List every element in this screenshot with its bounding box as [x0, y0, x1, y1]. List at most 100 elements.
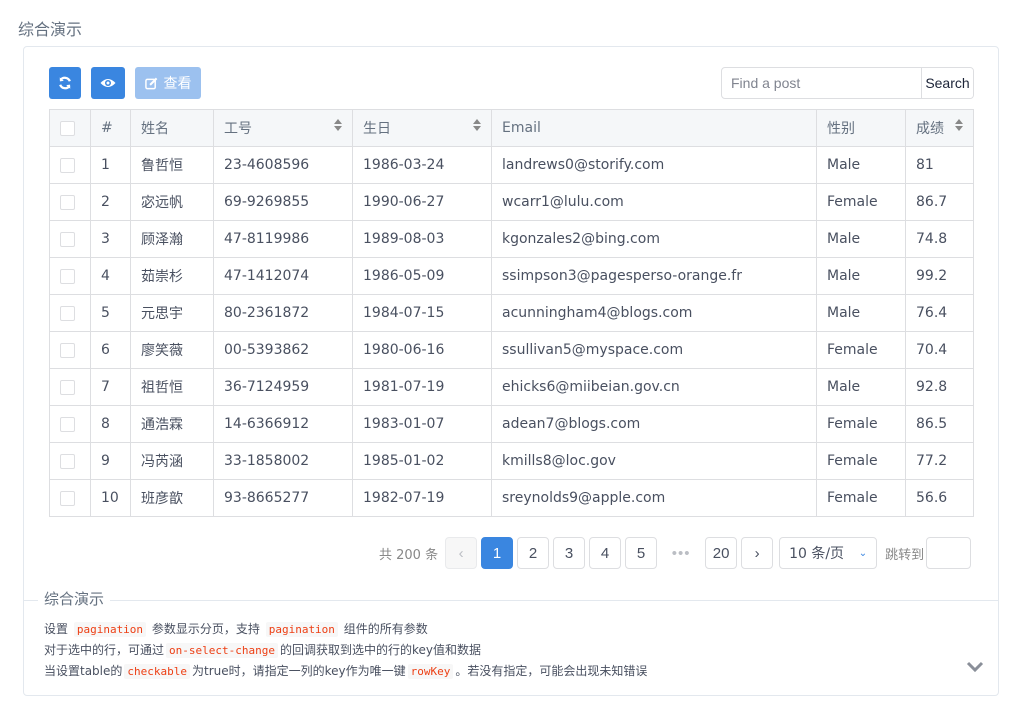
inline-code: pagination	[73, 622, 147, 637]
preview-button[interactable]	[91, 67, 125, 99]
row-checkbox[interactable]	[60, 268, 75, 284]
page-size-value: 10 条/页	[789, 546, 845, 562]
text-segment: 为true时，请指定一列的key作为唯一键	[192, 664, 406, 678]
cell-email: sreynolds9@apple.com	[491, 479, 817, 517]
cell-name: 廖笑薇	[130, 331, 214, 369]
row-checkbox[interactable]	[60, 416, 75, 432]
cell-email: ssullivan5@myspace.com	[491, 331, 817, 369]
description-line: 当设置table的 checkable 为true时，请指定一列的key作为唯一键 r…	[44, 661, 647, 682]
row-checkbox[interactable]	[60, 194, 75, 210]
row-select-cell[interactable]	[49, 294, 91, 332]
header-gender: 性别	[816, 109, 906, 147]
page-ellipsis[interactable]: •••	[661, 537, 702, 569]
page-1[interactable]: 1	[481, 537, 514, 569]
header-birthday[interactable]: 生日	[352, 109, 492, 147]
table-row[interactable]: 7 祖哲恒 36-7124959 1981-07-19 ehicks6@miibeian…	[49, 368, 974, 406]
sort-icon[interactable]	[473, 119, 481, 131]
cell-score: 74.8	[905, 220, 974, 258]
cell-email: adean7@blogs.com	[491, 405, 817, 443]
cell-email: kgonzales2@bing.com	[491, 220, 817, 258]
search-input[interactable]	[722, 68, 921, 98]
row-select-cell[interactable]	[49, 183, 91, 221]
cell-id: 93-8665277	[213, 479, 353, 517]
description-title: 综合演示	[38, 588, 111, 609]
table-row[interactable]: 3 顾泽瀚 47-8119986 1989-08-03 kgonzales2@bing.…	[49, 220, 974, 258]
page-3[interactable]: 3	[553, 537, 586, 569]
row-select-cell[interactable]	[49, 405, 91, 443]
cell-birthday: 1989-08-03	[352, 220, 492, 258]
description-line: 对于选中的行，可通过 on-select-change 的回调获取到选中的行的key…	[44, 640, 647, 661]
cell-id: 33-1858002	[213, 442, 353, 480]
cell-birthday: 1984-07-15	[352, 294, 492, 332]
row-checkbox[interactable]	[60, 157, 75, 173]
next-page-button[interactable]: ›	[741, 537, 774, 569]
table-row[interactable]: 4 茹崇杉 47-1412074 1986-05-09 ssimpson3@pagesp…	[49, 257, 974, 295]
row-select-cell[interactable]	[49, 220, 91, 258]
cell-score: 92.8	[905, 368, 974, 406]
row-checkbox[interactable]	[60, 231, 75, 247]
view-button[interactable]: 查看	[135, 67, 201, 99]
page-5[interactable]: 5	[625, 537, 658, 569]
table-row[interactable]: 1 鲁哲恒 23-4608596 1986-03-24 landrews0@storif…	[49, 146, 974, 184]
row-checkbox[interactable]	[60, 379, 75, 395]
sort-icon[interactable]	[334, 119, 342, 131]
row-select-cell[interactable]	[49, 331, 91, 369]
expand-code-button[interactable]	[966, 661, 984, 677]
cell-gender: Female	[816, 479, 906, 517]
table-header-row: # 姓名 工号 生日 Email 性别 成绩	[49, 109, 974, 147]
table-row[interactable]: 5 元思宇 80-2361872 1984-07-15 acunningham4@blo…	[49, 294, 974, 332]
cell-score: 77.2	[905, 442, 974, 480]
table-row[interactable]: 6 廖笑薇 00-5393862 1980-06-16 ssullivan5@myspa…	[49, 331, 974, 369]
cell-index: 3	[90, 220, 131, 258]
search-button[interactable]: Search	[921, 68, 973, 98]
select-all-checkbox[interactable]	[60, 120, 75, 136]
cell-name: 茹崇杉	[130, 257, 214, 295]
page-2[interactable]: 2	[517, 537, 550, 569]
header-id[interactable]: 工号	[213, 109, 353, 147]
description-text: 设置 pagination 参数显示分页，支持 pagination 组件的所有…	[44, 619, 647, 682]
row-checkbox[interactable]	[60, 342, 75, 358]
table-row[interactable]: 2 宓远帆 69-9269855 1990-06-27 wcarr1@lulu.com F…	[49, 183, 974, 221]
text-segment: 。若没有指定，可能会出现未知错误	[455, 664, 648, 678]
page-4[interactable]: 4	[589, 537, 622, 569]
row-select-cell[interactable]	[49, 479, 91, 517]
header-select-all[interactable]	[49, 109, 91, 147]
table-row[interactable]: 8 通浩霖 14-6366912 1983-01-07 adean7@blogs.com…	[49, 405, 974, 443]
cell-birthday: 1982-07-19	[352, 479, 492, 517]
cell-email: ehicks6@miibeian.gov.cn	[491, 368, 817, 406]
description-line: 设置 pagination 参数显示分页，支持 pagination 组件的所有…	[44, 619, 647, 640]
table-row[interactable]: 9 冯芮涵 33-1858002 1985-01-02 kmills8@loc.gov F…	[49, 442, 974, 480]
cell-index: 1	[90, 146, 131, 184]
cell-id: 00-5393862	[213, 331, 353, 369]
table-row[interactable]: 10 班彦歆 93-8665277 1982-07-19 sreynolds9@appl…	[49, 479, 974, 517]
row-select-cell[interactable]	[49, 257, 91, 295]
row-select-cell[interactable]	[49, 368, 91, 406]
page-last[interactable]: 20	[705, 537, 738, 569]
row-checkbox[interactable]	[60, 490, 75, 506]
refresh-icon	[59, 76, 71, 90]
cell-email: kmills8@loc.gov	[491, 442, 817, 480]
cell-score: 56.6	[905, 479, 974, 517]
prev-page-button[interactable]: ‹	[445, 537, 478, 569]
sort-icon[interactable]	[955, 119, 963, 131]
row-checkbox[interactable]	[60, 453, 75, 469]
cell-birthday: 1990-06-27	[352, 183, 492, 221]
row-checkbox[interactable]	[60, 305, 75, 321]
pagination-total: 共 200 条	[379, 547, 439, 563]
cell-email: acunningham4@blogs.com	[491, 294, 817, 332]
cell-gender: Female	[816, 442, 906, 480]
cell-name: 鲁哲恒	[130, 146, 214, 184]
row-select-cell[interactable]	[49, 146, 91, 184]
row-select-cell[interactable]	[49, 442, 91, 480]
cell-name: 顾泽瀚	[130, 220, 214, 258]
cell-birthday: 1980-06-16	[352, 331, 492, 369]
page-size-select[interactable]: 10 条/页 ⌄	[779, 537, 878, 569]
eye-icon	[100, 79, 116, 87]
jump-page-input[interactable]	[926, 537, 972, 569]
cell-index: 8	[90, 405, 131, 443]
divider	[24, 600, 998, 601]
cell-id: 47-8119986	[213, 220, 353, 258]
cell-gender: Female	[816, 331, 906, 369]
refresh-button[interactable]	[49, 67, 81, 99]
header-score[interactable]: 成绩	[905, 109, 974, 147]
